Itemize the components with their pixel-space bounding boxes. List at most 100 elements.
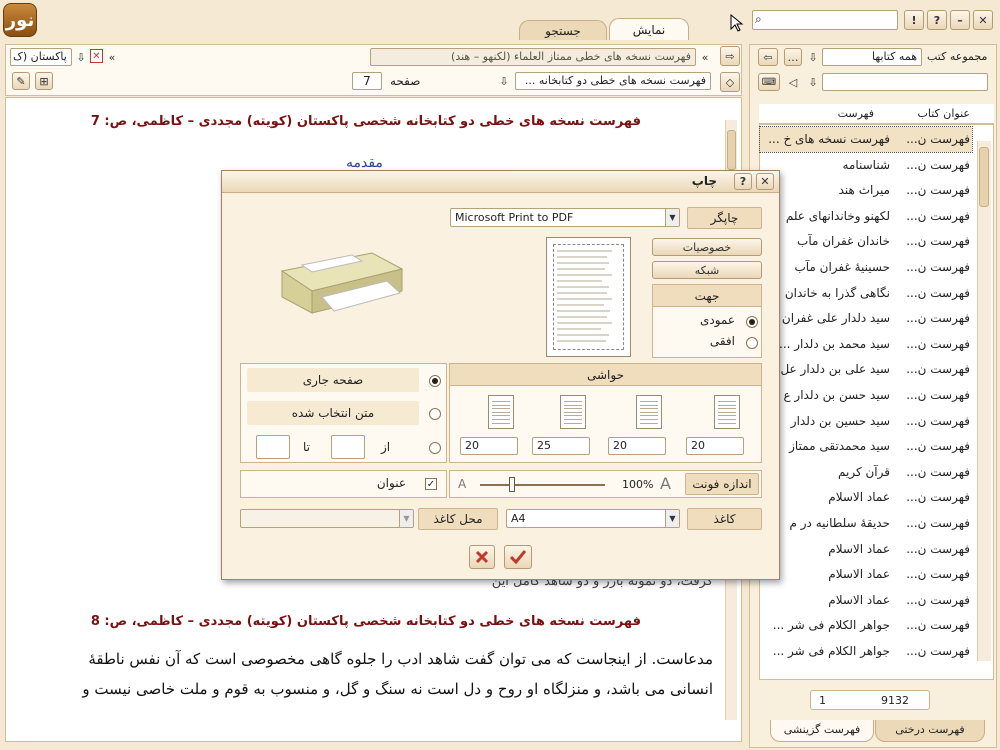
tab-search[interactable]: جستجو (519, 20, 607, 40)
forward-arrow-icon[interactable]: ⇨ (720, 46, 740, 66)
list-item[interactable]: فهرست ن... شناسنامه (760, 153, 972, 178)
list-item[interactable]: فهرست ن... جواهر الکلام فی شر ... (760, 613, 972, 638)
list-scroll-thumb[interactable] (979, 147, 989, 207)
margin-input[interactable]: 25 (532, 437, 590, 455)
help-exclaim-button[interactable]: ! (904, 10, 924, 30)
list-item[interactable]: فهرست ن... قرآن کریم (760, 460, 972, 485)
list-item[interactable]: فهرست ن... حدیقۀ سلطانیه در م (760, 511, 972, 536)
page-preview (546, 237, 631, 357)
tab-selected-list[interactable]: فهرست گزینشی (770, 720, 874, 742)
book-select-down-icon[interactable]: ⇩ (496, 72, 512, 90)
range-current-radio[interactable] (429, 375, 441, 387)
page-label: صفحه (390, 74, 421, 88)
list-item[interactable]: فهرست ن... میراث هند (760, 178, 972, 203)
list-item-catalog: فهرست ن... (906, 208, 970, 223)
ok-button[interactable] (504, 545, 532, 569)
arrow-down-icon[interactable]: ⇩ (74, 48, 88, 66)
list-item[interactable]: فهرست ن... نگاهی گذرا به خاندان (760, 281, 972, 306)
list-item[interactable]: فهرست ن... عماد الاسلام (760, 485, 972, 510)
book-select[interactable]: فهرست نسخه های خطی دو کتابخانه ... (515, 72, 711, 90)
printer-image (262, 231, 412, 321)
list-item[interactable]: فهرست ن... سید علی بن دلدار عل (760, 357, 972, 382)
list-item[interactable]: فهرست ن... عماد الاسلام (760, 537, 972, 562)
list-item[interactable]: فهرست ن... سید محمدتقی ممتاز (760, 434, 972, 459)
cancel-button[interactable] (469, 545, 495, 569)
font-size-slider-thumb[interactable] (509, 477, 515, 492)
range-from-input[interactable] (331, 435, 365, 459)
current-doc-path[interactable]: فهرست نسخه های خطی دو کتابخانه شخصی پاکس… (10, 48, 72, 66)
margin-input[interactable]: 20 (686, 437, 744, 455)
chevron-down-icon[interactable]: ▼ (665, 510, 679, 527)
network-button[interactable]: شبکه (652, 261, 762, 279)
list-item-catalog: فهرست ن... (906, 132, 970, 146)
printer-select[interactable]: Microsoft Print to PDF ▼ (450, 208, 680, 227)
cancel-x-icon (475, 550, 489, 564)
list-filter-input[interactable] (822, 73, 988, 91)
help-button[interactable]: ? (927, 10, 947, 30)
list-item[interactable]: فهرست ن... فهرست نسخه های خ ... (759, 126, 973, 153)
range-current-label: صفحه جاری (247, 368, 419, 392)
dialog-titlebar: چاپ ? ✕ (222, 171, 779, 193)
chevron-down-icon[interactable]: ▼ (399, 510, 413, 527)
book-list[interactable]: فهرست ن... فهرست نسخه های خ ... فهرست ن...… (759, 124, 994, 680)
portrait-radio[interactable] (746, 316, 758, 328)
margin-input[interactable]: 20 (460, 437, 518, 455)
filter-left-icon[interactable]: ◁ (786, 73, 800, 91)
list-item[interactable]: فهرست ن... خاندان غفران مآب (760, 229, 972, 254)
list-item[interactable]: فهرست ن... سید محمد بن دلدار ... (760, 332, 972, 357)
list-item[interactable]: فهرست ن... حسینیۀ غفران مآب (760, 255, 972, 280)
landscape-radio[interactable] (746, 337, 758, 349)
range-to-input[interactable] (256, 435, 290, 459)
dialog-help-button[interactable]: ? (734, 173, 752, 190)
list-item[interactable]: فهرست ن... سید حسن بن دلدار ع (760, 383, 972, 408)
search-input[interactable]: ⌕ (752, 10, 898, 30)
list-item-title: جواهر الکلام فی شر ... (772, 644, 890, 658)
list-item-catalog: فهرست ن... (906, 183, 970, 198)
filter-down-icon[interactable]: ⇩ (806, 73, 820, 91)
close-tab-icon[interactable]: ✕ (90, 49, 103, 63)
list-item-title: سید علی بن دلدار عل (780, 362, 890, 377)
chevron-right-icon[interactable]: « (698, 48, 712, 66)
list-item[interactable]: فهرست ن... عماد الاسلام (760, 562, 972, 587)
scroll-thumb[interactable] (727, 130, 736, 170)
list-item[interactable]: فهرست ن... سید دلدار علی غفران (760, 306, 972, 331)
list-item[interactable]: فهرست ن... عماد الاسلام (760, 588, 972, 613)
eraser-icon[interactable]: ◇ (720, 72, 740, 92)
keyboard-icon[interactable]: ⌨ (758, 73, 780, 91)
page-number-input[interactable]: 7 (352, 72, 382, 90)
close-button[interactable]: ✕ (973, 10, 993, 30)
fit-icon[interactable]: ⊞ (35, 72, 53, 90)
minimize-button[interactable]: – (950, 10, 970, 30)
margin-input[interactable]: 20 (608, 437, 666, 455)
collection-select[interactable]: همه کتابها (822, 48, 922, 66)
printer-label-text: چاپگر (710, 211, 739, 225)
list-item[interactable]: فهرست ن... سید حسین بن دلدار (760, 409, 972, 434)
properties-button[interactable]: خصوصیات (652, 238, 762, 256)
range-from-label: از (381, 440, 391, 454)
chevron-down-icon[interactable]: ▼ (665, 209, 679, 226)
title-checkbox[interactable]: ✓ (425, 478, 437, 490)
list-item-catalog: فهرست ن... (906, 464, 970, 479)
list-item-title: میراث هند (838, 183, 890, 198)
more-button[interactable]: … (784, 48, 802, 66)
document-line: مدعاست. از اینجاست که می توان گفت شاهد ا… (88, 650, 713, 668)
tab-tree-list[interactable]: فهرست درختی (875, 720, 985, 742)
list-item[interactable]: فهرست ن... جواهر الکلام فی شر ... (760, 639, 972, 664)
chevron-left-icon[interactable]: « (105, 48, 119, 66)
paper-source-label-text: محل کاغذ (433, 512, 483, 526)
previous-doc-path[interactable]: فهرست نسخه های خطی ممتاز العلماء (لکنهو … (370, 48, 696, 66)
collection-down-icon[interactable]: ⇩ (806, 48, 820, 66)
font-size-slider[interactable] (480, 484, 605, 486)
collection-label: مجموعه کتب (927, 50, 988, 63)
dialog-close-button[interactable]: ✕ (756, 173, 774, 190)
back-arrow-icon[interactable]: ⇦ (758, 48, 778, 66)
paper-source-select[interactable]: ▼ (240, 509, 414, 528)
paper-select[interactable]: A4 ▼ (506, 509, 680, 528)
dialog-title: چاپ (691, 174, 717, 188)
list-item[interactable]: فهرست ن... لکهنو وخاندانهای علم (760, 204, 972, 229)
range-pages-radio[interactable] (429, 442, 441, 454)
wrench-icon[interactable]: ✎ (12, 72, 30, 90)
range-selection-radio[interactable] (429, 408, 441, 420)
list-scrollbar[interactable] (977, 141, 991, 661)
tab-view[interactable]: نمایش (609, 18, 689, 40)
